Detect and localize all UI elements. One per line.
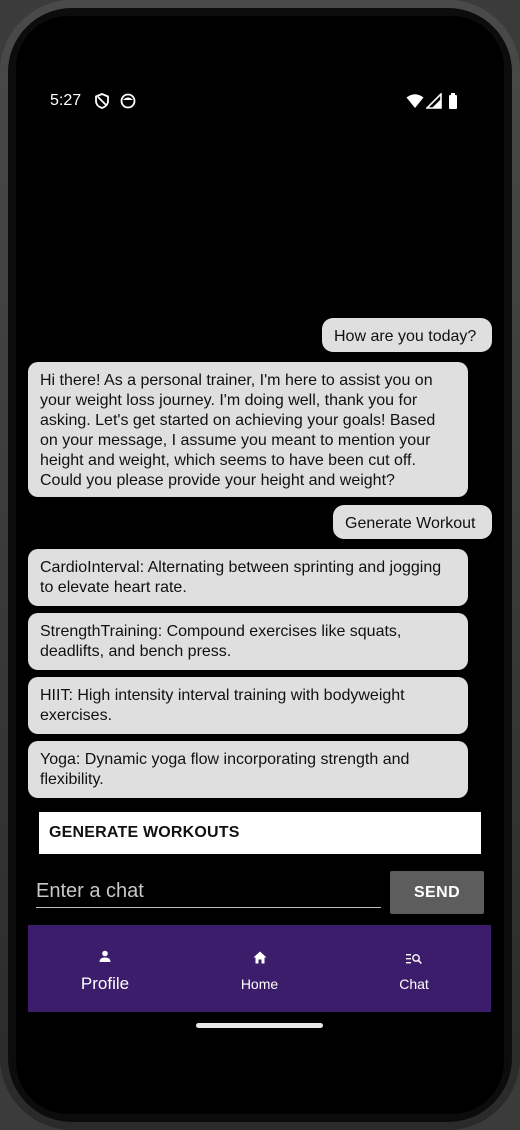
message-text: How are you today? bbox=[334, 328, 477, 345]
message-text: Hi there! As a personal trainer, I'm her… bbox=[40, 372, 436, 489]
message-text: Generate Workout bbox=[345, 515, 476, 532]
wifi-icon bbox=[406, 93, 424, 109]
workout-message: Yoga: Dynamic yoga flow incorporating st… bbox=[28, 741, 468, 798]
workout-message: HIIT: High intensity interval training w… bbox=[28, 677, 468, 734]
send-button[interactable]: SEND bbox=[390, 871, 484, 914]
status-bar: 5:27 bbox=[0, 0, 520, 130]
message-text: CardioInterval: Alternating between spri… bbox=[40, 559, 442, 596]
search-list-icon bbox=[406, 952, 422, 970]
nav-item-chat[interactable]: Chat bbox=[337, 925, 491, 1012]
nav-item-home[interactable]: Home bbox=[182, 925, 337, 1012]
generate-workouts-button[interactable]: GENERATE WORKOUTS bbox=[39, 812, 481, 854]
workout-message: StrengthTraining: Compound exercises lik… bbox=[28, 613, 468, 670]
nav-label-chat: Chat bbox=[399, 976, 429, 992]
assistant-message: Hi there! As a personal trainer, I'm her… bbox=[28, 362, 468, 497]
message-text: StrengthTraining: Compound exercises lik… bbox=[40, 623, 402, 660]
home-indicator[interactable] bbox=[196, 1023, 323, 1028]
battery-icon bbox=[448, 93, 458, 109]
nav-item-profile[interactable]: Profile bbox=[28, 925, 182, 1012]
chat-input[interactable] bbox=[36, 876, 381, 908]
shield-icon bbox=[94, 93, 110, 109]
user-message: Generate Workout bbox=[333, 505, 492, 539]
bottom-navigation: Profile Home Chat bbox=[28, 925, 491, 1012]
message-text: HIIT: High intensity interval training w… bbox=[40, 687, 405, 724]
status-time: 5:27 bbox=[50, 92, 82, 109]
person-icon bbox=[99, 949, 111, 967]
message-text: Yoga: Dynamic yoga flow incorporating st… bbox=[40, 751, 410, 788]
nav-label-home: Home bbox=[240, 976, 279, 992]
user-message: How are you today? bbox=[322, 318, 492, 352]
face-icon bbox=[120, 93, 136, 109]
home-icon bbox=[253, 951, 267, 969]
nav-label-profile: Profile bbox=[80, 974, 130, 993]
workout-message: CardioInterval: Alternating between spri… bbox=[28, 549, 468, 606]
signal-icon bbox=[425, 92, 442, 109]
